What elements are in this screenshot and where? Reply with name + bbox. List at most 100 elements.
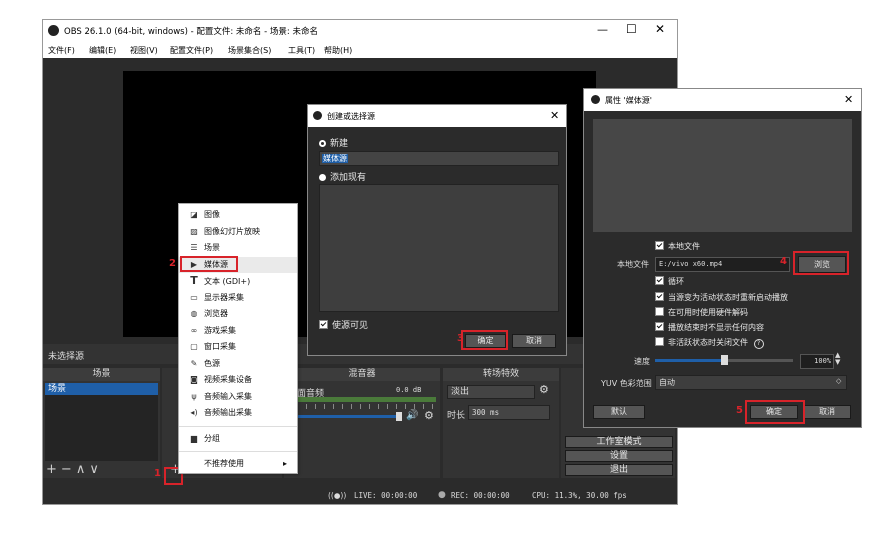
- local-file-label: 本地文件: [617, 260, 649, 269]
- local-file-input[interactable]: E:/vivo x60.mp4: [655, 257, 790, 272]
- restart-on-active-checkbox[interactable]: 当源变为活动状态时重新启动播放: [655, 292, 788, 303]
- obs-title-bar: OBS 26.1.0 (64-bit, windows) - 配置文件: 未命名…: [43, 20, 677, 42]
- folder-icon: ▆: [190, 433, 198, 443]
- make-visible-checkbox[interactable]: 使源可见: [319, 318, 368, 331]
- menu-item-scene[interactable]: ☰ 场景: [179, 240, 297, 257]
- menu-item-audio-input[interactable]: ψ 音频输入采集: [179, 389, 297, 406]
- menu-item-deprecated[interactable]: 不推荐使用 ▸: [179, 456, 297, 473]
- settings-button[interactable]: 设置: [565, 450, 673, 462]
- menu-item-display-capture[interactable]: ▭ 显示器采集: [179, 290, 297, 307]
- move-up-icon[interactable]: ∧: [76, 462, 90, 477]
- properties-title: 属性 '媒体源': [605, 96, 652, 105]
- media-source-highlight: [180, 256, 238, 272]
- option-checkbox-icon: [655, 276, 664, 285]
- volume-slider[interactable]: [288, 415, 398, 418]
- menu-item-window-capture[interactable]: ▢ 窗口采集: [179, 339, 297, 356]
- obs-menu-bar: 文件(F) 编辑(E) 视图(V) 配置文件(P) 场景集合(S) 工具(T) …: [43, 42, 677, 58]
- camera-icon: ◙: [190, 375, 198, 384]
- speed-slider-fill: [655, 359, 724, 362]
- remove-scene-button[interactable]: −: [61, 462, 76, 477]
- menu-item-color-source[interactable]: ✎ 色源: [179, 356, 297, 373]
- create-cancel-button[interactable]: 取消: [512, 334, 556, 348]
- close-icon[interactable]: ✕: [844, 93, 853, 106]
- studio-mode-button[interactable]: 工作室模式: [565, 436, 673, 448]
- menu-tools[interactable]: 工具(T): [288, 45, 315, 56]
- menu-separator: [179, 425, 297, 427]
- annotation-4: 4: [780, 256, 787, 267]
- speed-spinner-icon[interactable]: ▲ ▼: [835, 352, 840, 366]
- speed-label: 速度: [634, 357, 650, 366]
- close-icon[interactable]: ✕: [655, 22, 665, 36]
- move-down-icon[interactable]: ∨: [89, 462, 103, 477]
- menu-item-image[interactable]: ◪ 图像: [179, 207, 297, 224]
- speed-input[interactable]: 100%: [800, 354, 834, 369]
- properties-cancel-button[interactable]: 取消: [803, 405, 851, 419]
- properties-title-bar: 属性 '媒体源' ✕: [584, 89, 861, 111]
- volume-meter: [288, 397, 436, 402]
- volume-slider-handle[interactable]: [396, 412, 402, 421]
- radio-off-icon: [319, 174, 326, 181]
- add-scene-button[interactable]: +: [46, 462, 61, 477]
- radio-new[interactable]: 新建: [319, 136, 348, 149]
- slideshow-icon: ▨: [190, 226, 198, 236]
- close-icon[interactable]: ✕: [550, 109, 559, 122]
- menu-profile[interactable]: 配置文件(P): [170, 45, 213, 56]
- help-icon[interactable]: ?: [753, 339, 764, 349]
- speaker-icon[interactable]: 🔊: [406, 410, 418, 421]
- close-when-inactive-checkbox[interactable]: 非活跃状态时关闭文件 ?: [655, 337, 764, 349]
- no-source-label: 未选择源: [48, 352, 85, 362]
- loop-checkbox[interactable]: 循环: [655, 276, 684, 287]
- maximize-icon[interactable]: ☐: [626, 22, 637, 36]
- option-checkbox-icon: [655, 292, 664, 301]
- menu-item-slideshow[interactable]: ▨ 图像幻灯片放映: [179, 224, 297, 241]
- minimize-icon[interactable]: —: [597, 23, 608, 36]
- create-source-dialog: 创建或选择源 ✕ 新建 媒体源 添加现有 使源可见 确定 取消: [307, 104, 567, 356]
- hide-on-end-checkbox[interactable]: 播放结束时不显示任何内容: [655, 322, 764, 333]
- menu-view[interactable]: 视图(V): [130, 45, 158, 56]
- create-dialog-title-bar: 创建或选择源 ✕: [308, 105, 566, 127]
- option-checkbox-icon: [655, 307, 664, 316]
- duration-input[interactable]: 300 ms: [468, 405, 550, 420]
- scene-list[interactable]: 场景: [45, 383, 158, 461]
- transition-header: 转场特效: [443, 368, 559, 381]
- menu-item-text[interactable]: T 文本 (GDI+): [179, 273, 297, 290]
- new-source-name-input[interactable]: 媒体源: [319, 151, 559, 166]
- option-checkbox-icon: [655, 322, 664, 331]
- properties-preview: [593, 119, 852, 232]
- menu-separator: [179, 451, 297, 452]
- scene-item[interactable]: 场景: [45, 383, 158, 395]
- menu-edit[interactable]: 编辑(E): [89, 45, 116, 56]
- cpu-status: CPU: 11.3%, 30.00 fps: [532, 491, 627, 500]
- hardware-decode-checkbox[interactable]: 在可用时使用硬件解码: [655, 307, 748, 318]
- properties-ok-highlight: [745, 400, 805, 424]
- menu-help[interactable]: 帮助(H): [324, 45, 352, 56]
- image-icon: ◪: [190, 210, 198, 219]
- defaults-button[interactable]: 默认: [593, 405, 645, 419]
- menu-item-group[interactable]: ▆ 分组: [179, 431, 297, 448]
- menu-item-audio-output[interactable]: ◂) 音频输出采集: [179, 405, 297, 422]
- menu-file[interactable]: 文件(F): [48, 45, 75, 56]
- local-file-checkbox[interactable]: 本地文件: [655, 241, 700, 252]
- menu-scene-collection[interactable]: 场景集合(S): [228, 45, 271, 56]
- obs-logo-icon: [591, 95, 600, 104]
- transition-settings-icon[interactable]: ⚙: [539, 383, 549, 396]
- menu-item-video-capture[interactable]: ◙ 视频采集设备: [179, 372, 297, 389]
- mixer-settings-icon[interactable]: ⚙: [424, 409, 434, 422]
- existing-sources-list[interactable]: [319, 184, 559, 312]
- exit-button[interactable]: 退出: [565, 464, 673, 476]
- monitor-icon: ▭: [190, 292, 198, 302]
- chevron-down-icon: ◇: [836, 377, 842, 385]
- rec-icon: ●: [438, 490, 446, 500]
- live-icon: ((●)): [328, 491, 347, 500]
- chevron-right-icon: ▸: [283, 459, 288, 468]
- menu-item-browser[interactable]: ◍ 浏览器: [179, 306, 297, 323]
- yuv-range-select[interactable]: 自动 ◇: [655, 375, 847, 390]
- menu-item-game-capture[interactable]: ∞ 游戏采集: [179, 323, 297, 340]
- gamepad-icon: ∞: [190, 325, 198, 335]
- yuv-range-label: YUV 色彩范围: [601, 379, 652, 388]
- radio-existing[interactable]: 添加现有: [319, 170, 366, 183]
- transition-select[interactable]: 淡出: [447, 385, 535, 399]
- annotation-5: 5: [736, 405, 743, 416]
- scene-controls: +−∧∨: [46, 462, 103, 477]
- speed-slider-handle[interactable]: [721, 355, 728, 365]
